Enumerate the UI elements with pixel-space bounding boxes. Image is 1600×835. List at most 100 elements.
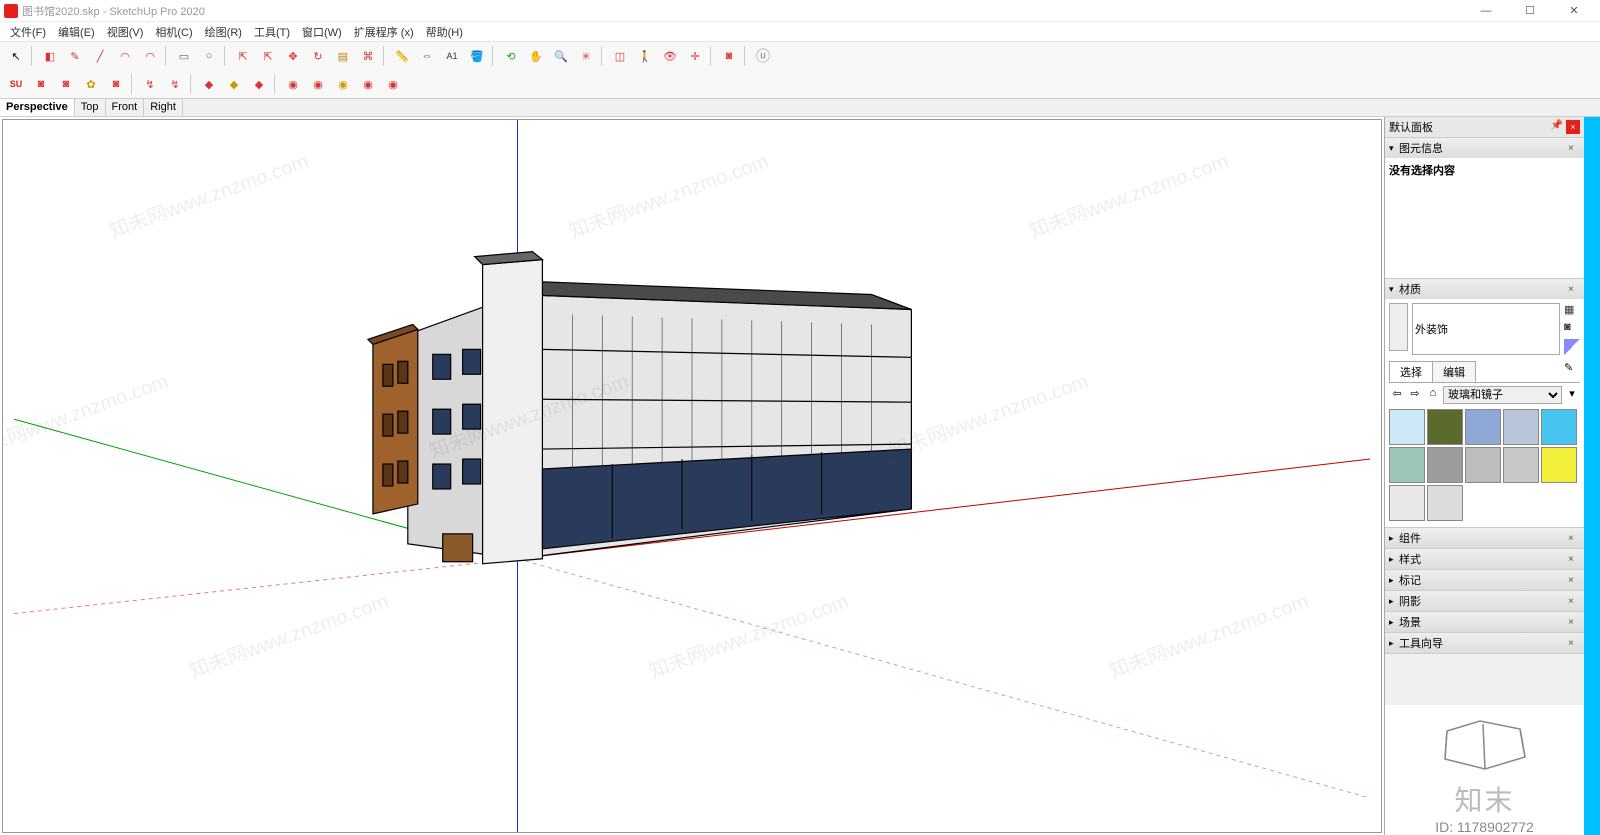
panel-header-场景[interactable]: ▸场景× <box>1385 612 1584 632</box>
tab-perspective[interactable]: Perspective <box>0 99 75 116</box>
tab-front[interactable]: Front <box>106 99 145 116</box>
nav-back-icon[interactable]: ⇦ <box>1389 387 1405 403</box>
pan-tool-icon[interactable]: ✋ <box>524 44 548 68</box>
tape-tool-icon[interactable]: 📏 <box>390 44 414 68</box>
menu-draw[interactable]: 绘图(R) <box>199 22 248 42</box>
rotate-tool-icon[interactable]: ↻ <box>306 44 330 68</box>
panel-materials-header[interactable]: ▾ 材质 × <box>1385 279 1584 299</box>
plugin-tool-3-icon[interactable]: ✿ <box>79 72 103 96</box>
panel-close-icon[interactable]: × <box>1568 575 1580 586</box>
panel-header-样式[interactable]: ▸样式× <box>1385 549 1584 569</box>
tab-top[interactable]: Top <box>75 99 106 116</box>
plugin-tool-14-icon[interactable]: ◉ <box>381 72 405 96</box>
sample-paint-icon[interactable]: ✎ <box>1564 361 1580 377</box>
material-swatch[interactable] <box>1503 409 1539 445</box>
panel-entity-info-header[interactable]: ▾ 图元信息 × <box>1385 138 1584 158</box>
material-swatch[interactable] <box>1427 485 1463 521</box>
orbit-tool-icon[interactable]: ⟲ <box>499 44 523 68</box>
panel-close-icon[interactable]: × <box>1568 533 1580 544</box>
plugin-tool-6-icon[interactable]: ↯ <box>163 72 187 96</box>
material-name-input[interactable] <box>1412 303 1560 355</box>
panel-header-组件[interactable]: ▸组件× <box>1385 528 1584 548</box>
default-material-icon[interactable] <box>1564 339 1580 355</box>
eraser-tool-icon[interactable]: ◧ <box>38 44 62 68</box>
rectangle-tool-icon[interactable]: ▭ <box>172 44 196 68</box>
tab-right[interactable]: Right <box>144 99 183 116</box>
material-swatch[interactable] <box>1389 485 1425 521</box>
menu-file[interactable]: 文件(F) <box>4 22 52 42</box>
material-swatch[interactable] <box>1427 409 1463 445</box>
section-tool-icon[interactable]: ◫ <box>608 44 632 68</box>
panel-close-icon[interactable]: × <box>1568 638 1580 649</box>
material-swatch[interactable] <box>1465 409 1501 445</box>
panel-header-标记[interactable]: ▸标记× <box>1385 570 1584 590</box>
nav-forward-icon[interactable]: ⇨ <box>1407 387 1423 403</box>
materials-edit-tab[interactable]: 编辑 <box>1432 361 1476 382</box>
panel-header-阴影[interactable]: ▸阴影× <box>1385 591 1584 611</box>
close-button[interactable]: ✕ <box>1552 0 1596 22</box>
arc2-tool-icon[interactable]: ◠ <box>138 44 162 68</box>
arc-tool-icon[interactable]: ◠ <box>113 44 137 68</box>
circle-tool-icon[interactable]: ○ <box>197 44 221 68</box>
pushpull-tool-icon[interactable]: ⇱ <box>231 44 255 68</box>
look-tool-icon[interactable]: 👁 <box>658 44 682 68</box>
material-cube-icon[interactable]: ◙ <box>1564 321 1580 337</box>
text-tool-icon[interactable]: A1 <box>440 44 464 68</box>
viewport[interactable]: 知未网www.znzmo.com 知未网www.znzmo.com 知未网www… <box>2 119 1382 833</box>
scale-tool-icon[interactable]: ▤ <box>331 44 355 68</box>
zoom-tool-icon[interactable]: 🔍 <box>549 44 573 68</box>
material-swatch[interactable] <box>1465 447 1501 483</box>
material-swatch[interactable] <box>1503 447 1539 483</box>
tray-close-icon[interactable]: × <box>1566 120 1580 134</box>
menu-window[interactable]: 窗口(W) <box>296 22 348 42</box>
menu-tools[interactable]: 工具(T) <box>248 22 296 42</box>
plugin-tool-4-icon[interactable]: ◙ <box>104 72 128 96</box>
walk-tool-icon[interactable]: 🚶 <box>633 44 657 68</box>
menu-view[interactable]: 视图(V) <box>101 22 150 42</box>
plugin-tool-9-icon[interactable]: ◆ <box>247 72 271 96</box>
material-library-select[interactable]: 玻璃和镜子 <box>1443 386 1562 404</box>
minimize-button[interactable]: — <box>1464 0 1508 22</box>
plugin-tool-5-icon[interactable]: ↯ <box>138 72 162 96</box>
panel-close-icon[interactable]: × <box>1568 554 1580 565</box>
materials-select-tab[interactable]: 选择 <box>1389 361 1433 382</box>
create-material-icon[interactable]: ▦ <box>1564 303 1580 319</box>
zoom-extents-icon[interactable]: ✳ <box>574 44 598 68</box>
plugin-tool-1-icon[interactable]: ◙ <box>29 72 53 96</box>
menu-camera[interactable]: 相机(C) <box>149 22 198 42</box>
freehand-tool-icon[interactable]: ╱ <box>88 44 112 68</box>
select-tool-icon[interactable]: ↖ <box>4 44 28 68</box>
tray-header[interactable]: 默认面板 📌 × <box>1385 117 1584 138</box>
material-swatch[interactable] <box>1389 409 1425 445</box>
plugin-tool-7-icon[interactable]: ◆ <box>197 72 221 96</box>
position-tool-icon[interactable]: ✛ <box>683 44 707 68</box>
panel-close-icon[interactable]: × <box>1568 596 1580 607</box>
panel-close-icon[interactable]: × <box>1568 143 1580 154</box>
pin-icon[interactable]: 📌 <box>1550 120 1564 134</box>
paint-tool-icon[interactable]: 🪣 <box>465 44 489 68</box>
plugin-tool-11-icon[interactable]: ◉ <box>306 72 330 96</box>
menu-help[interactable]: 帮助(H) <box>420 22 469 42</box>
material-swatch[interactable] <box>1389 447 1425 483</box>
panel-header-工具向导[interactable]: ▸工具向导× <box>1385 633 1584 653</box>
material-swatch[interactable] <box>1541 409 1577 445</box>
move-tool-icon[interactable]: ✥ <box>281 44 305 68</box>
warehouse-icon[interactable]: ◙ <box>717 44 741 68</box>
plugin-tool-12-icon[interactable]: ◉ <box>331 72 355 96</box>
material-preview[interactable] <box>1389 303 1408 351</box>
followme-tool-icon[interactable]: ⇱ <box>256 44 280 68</box>
plugin-tool-2-icon[interactable]: ◙ <box>54 72 78 96</box>
library-menu-icon[interactable]: ▾ <box>1564 387 1580 403</box>
dimension-tool-icon[interactable]: ⇔ <box>415 44 439 68</box>
plugin-tool-13-icon[interactable]: ◉ <box>356 72 380 96</box>
menu-extensions[interactable]: 扩展程序 (x) <box>348 22 420 42</box>
plugin-tool-10-icon[interactable]: ◉ <box>281 72 305 96</box>
menu-edit[interactable]: 编辑(E) <box>52 22 101 42</box>
nav-home-icon[interactable]: ⌂ <box>1425 387 1441 403</box>
material-swatch[interactable] <box>1541 447 1577 483</box>
panel-close-icon[interactable]: × <box>1568 617 1580 628</box>
line-tool-icon[interactable]: ✎ <box>63 44 87 68</box>
user-icon[interactable]: ⓤ <box>751 44 775 68</box>
panel-close-icon[interactable]: × <box>1568 284 1580 295</box>
material-swatch[interactable] <box>1427 447 1463 483</box>
